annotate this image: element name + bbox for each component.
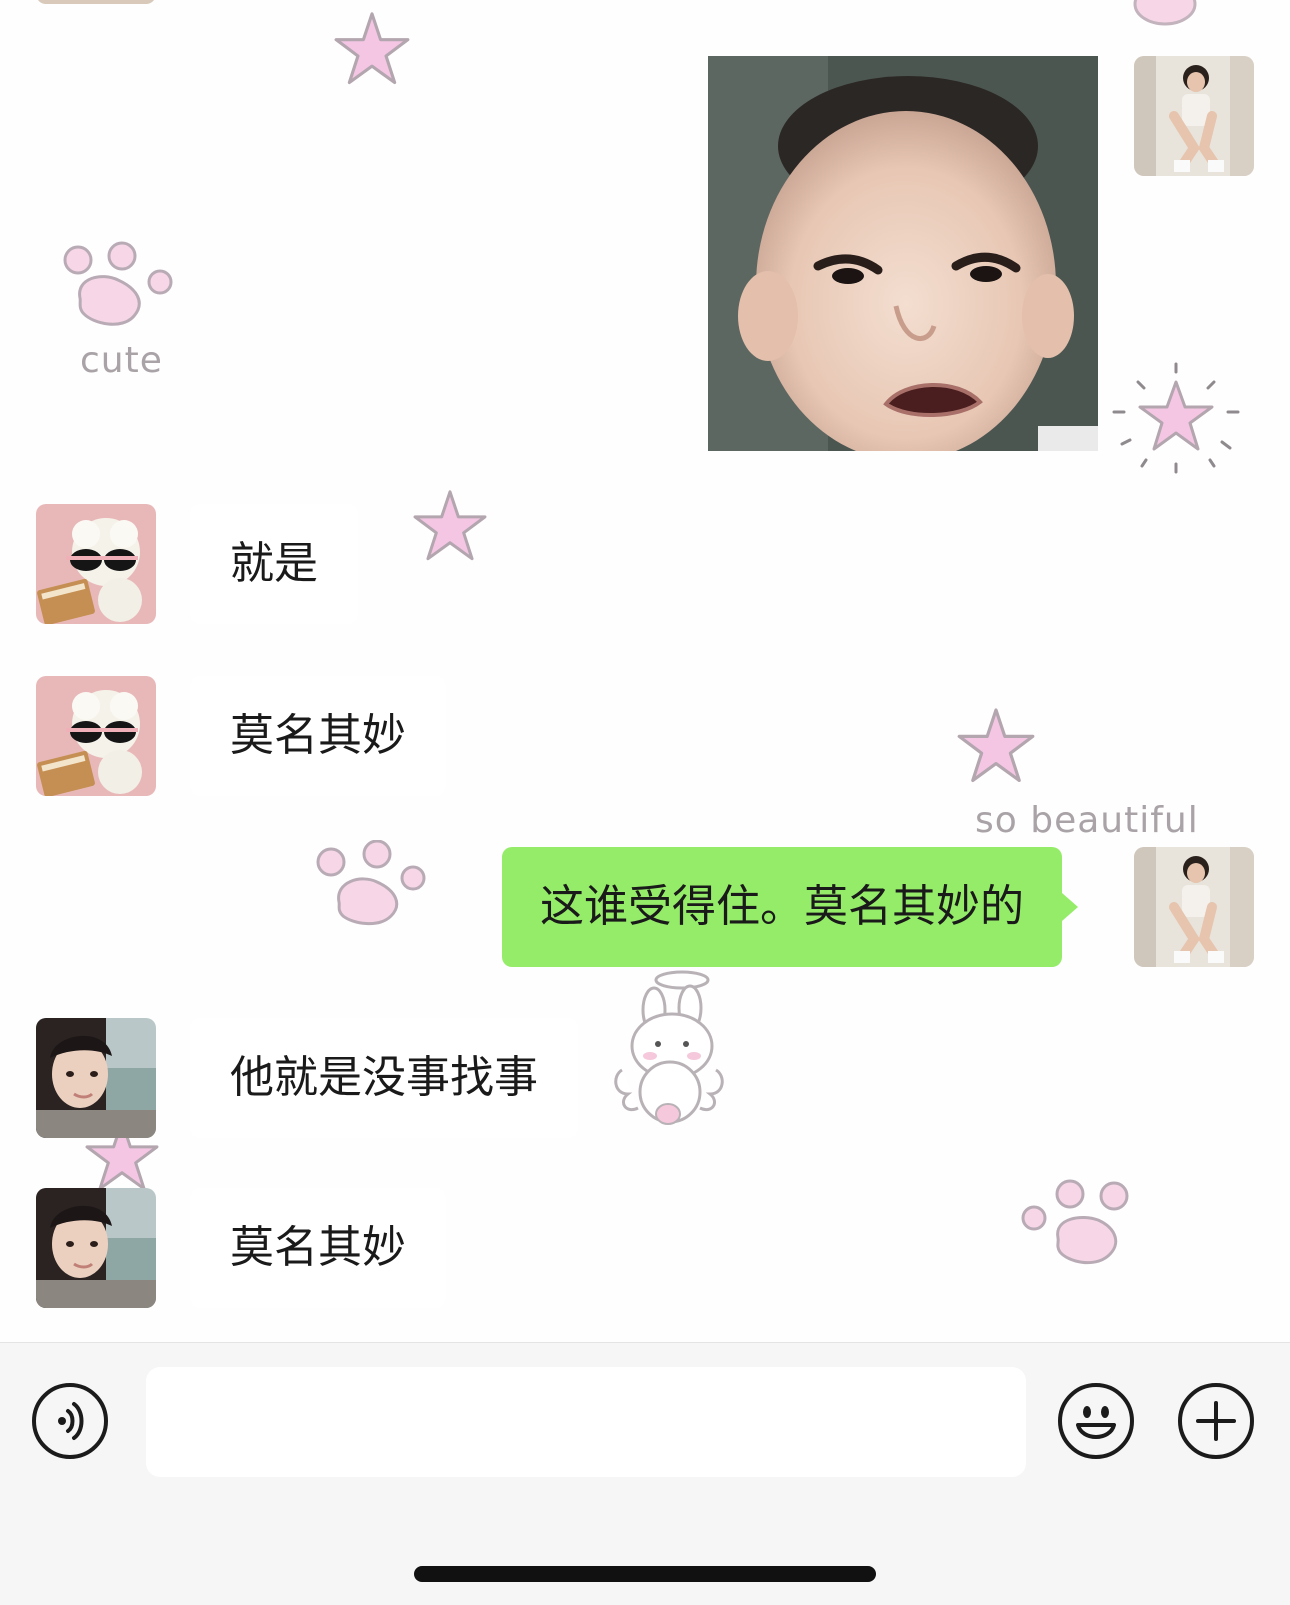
- girl-portrait-avatar[interactable]: [36, 1188, 156, 1308]
- girl-sitting-avatar[interactable]: [1134, 56, 1254, 176]
- girl-sitting-avatar[interactable]: [1134, 847, 1254, 967]
- girl-portrait-avatar[interactable]: [36, 1018, 156, 1138]
- message-bubble-outgoing[interactable]: 这谁受得住。莫名其妙的: [502, 847, 1078, 967]
- image-message-crying-baby[interactable]: [708, 56, 1098, 451]
- bubble-tail: [1062, 893, 1078, 921]
- message-text: 这谁受得住。莫名其妙的: [540, 881, 1024, 932]
- message-bubble-incoming[interactable]: 他就是没事找事: [190, 1018, 578, 1138]
- sparkle-star-deco: [1112, 362, 1240, 474]
- message-input[interactable]: [146, 1367, 1026, 1477]
- message-bubble-incoming[interactable]: 就是: [190, 504, 358, 624]
- beautiful-label: so beautiful: [975, 800, 1199, 841]
- star-deco-2: [413, 490, 487, 561]
- angel-bunny-deco: [614, 970, 724, 1125]
- star-deco-3: [957, 708, 1035, 782]
- cute-label: cute: [80, 340, 163, 381]
- message-bubble-incoming[interactable]: 莫名其妙: [190, 1188, 446, 1308]
- paw-deco-2: [316, 840, 426, 925]
- voice-icon: [58, 1402, 84, 1440]
- sheep-sunglasses-avatar[interactable]: [36, 676, 156, 796]
- paw-deco-3: [1021, 1179, 1129, 1265]
- home-indicator[interactable]: [414, 1566, 876, 1582]
- message-bubble-incoming[interactable]: 莫名其妙: [190, 676, 446, 796]
- plus-icon: [1196, 1401, 1236, 1441]
- star-deco-1: [334, 12, 410, 85]
- paw-cute-deco: [63, 241, 173, 326]
- sheep-sunglasses-avatar[interactable]: [36, 504, 156, 624]
- emoji-icon: [1076, 1406, 1116, 1439]
- crying-baby-photo: [708, 56, 1098, 451]
- plus-button[interactable]: [1178, 1383, 1254, 1459]
- voice-button[interactable]: [32, 1383, 108, 1459]
- emoji-button[interactable]: [1058, 1383, 1134, 1459]
- chat-area[interactable]: cute so beautiful 就是 莫名其妙 这谁受得住。莫名其妙的 他就…: [0, 0, 1290, 1342]
- input-bar: [0, 1342, 1290, 1605]
- partial-avatar-top: [38, 0, 154, 4]
- paw-top-right-deco: [1133, 0, 1197, 26]
